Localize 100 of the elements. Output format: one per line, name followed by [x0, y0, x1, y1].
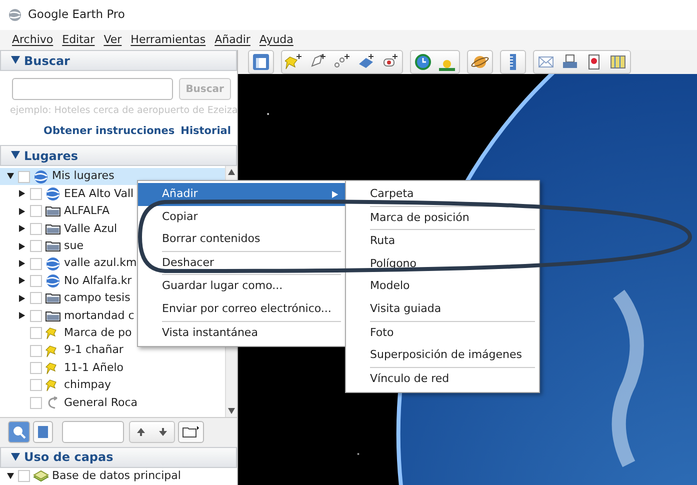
layer-item-label: Base de datos principal — [52, 468, 181, 484]
earth-logo-icon — [8, 8, 22, 22]
menu-item[interactable]: Superposición de imágenes — [366, 344, 539, 367]
sidebar-icon[interactable] — [252, 53, 270, 71]
print-icon[interactable] — [561, 53, 579, 71]
checkbox[interactable] — [18, 470, 30, 482]
map-icon[interactable] — [609, 53, 627, 71]
checkbox[interactable] — [30, 396, 42, 409]
menu-item[interactable]: Editar — [62, 32, 95, 48]
expander-icon[interactable] — [7, 173, 14, 180]
menu-item[interactable]: Guardar lugar como... — [158, 275, 345, 298]
globe-icon — [45, 256, 61, 271]
globe-icon — [33, 170, 49, 184]
expander-icon[interactable] — [19, 208, 26, 215]
menu-item[interactable]: Modelo — [366, 275, 539, 298]
layers-icon — [33, 469, 49, 484]
panel-title: Buscar — [24, 52, 70, 70]
menu-item[interactable]: Archivo — [12, 32, 54, 48]
tree-item-label: No Alfalfa.kr — [64, 272, 132, 289]
folder-icon — [45, 204, 61, 218]
checkbox[interactable] — [30, 344, 42, 357]
tree-item[interactable]: 11-1 Añelo — [0, 359, 225, 377]
checkbox[interactable] — [30, 222, 42, 235]
tree-item-label: Marca de po — [64, 324, 132, 341]
planet-icon[interactable] — [471, 53, 489, 71]
menu-item[interactable]: Enviar por correo electrónico... — [158, 298, 345, 321]
checkbox[interactable] — [30, 258, 42, 270]
globe-icon — [45, 274, 61, 288]
panel-title: Lugares — [24, 148, 78, 164]
scroll-down-icon[interactable] — [228, 408, 235, 414]
menu-item[interactable]: Herramientas — [130, 32, 206, 48]
checkbox[interactable] — [30, 310, 42, 322]
layer-item[interactable]: Base de datos principal — [0, 468, 237, 485]
menu-item[interactable]: Carpeta — [366, 183, 539, 206]
expander-icon[interactable] — [7, 472, 14, 480]
panel-header[interactable]: Uso de capas — [0, 446, 237, 468]
menu-item[interactable]: Visita guiada — [366, 298, 539, 321]
checkbox[interactable] — [30, 205, 42, 218]
checkbox[interactable] — [30, 327, 42, 340]
expander-icon[interactable] — [19, 277, 26, 284]
scroll-up-icon[interactable] — [228, 169, 235, 175]
checkbox[interactable] — [30, 292, 42, 304]
panel-icon — [37, 425, 49, 440]
menu-item[interactable]: Marca de posición — [366, 206, 539, 230]
tree-item-label: Mis lugares — [52, 168, 114, 184]
folder-icon — [45, 291, 61, 306]
link[interactable]: Obtener instrucciones — [44, 124, 175, 140]
menu-item[interactable]: Ruta — [366, 230, 539, 253]
expander-icon[interactable] — [19, 242, 26, 250]
panel-header[interactable]: Lugares — [0, 145, 237, 166]
tree-item[interactable]: chimpay — [0, 376, 225, 394]
folder-icon — [45, 239, 61, 254]
sidebar-toggle-button[interactable] — [33, 421, 53, 444]
menu-item[interactable]: Polígono — [366, 252, 539, 276]
checkbox[interactable] — [30, 188, 42, 200]
filter-field[interactable] — [62, 421, 124, 444]
menu-item[interactable]: Añadir — [214, 32, 250, 48]
tree-item-label: Valle Azul — [64, 220, 118, 237]
search-field[interactable] — [12, 78, 173, 100]
checkbox[interactable] — [30, 379, 42, 392]
tree-item-label: valle azul.km — [64, 255, 137, 272]
tree-item-label: campo tesis — [64, 290, 130, 306]
checkbox[interactable] — [30, 275, 42, 288]
tree-item[interactable]: 9-1 chañar — [0, 342, 225, 360]
link[interactable]: Historial — [180, 124, 231, 140]
expander-icon[interactable] — [19, 312, 26, 320]
tree-item-label: EEA Alto Vall — [64, 186, 134, 202]
checkbox[interactable] — [18, 170, 30, 183]
menu-item[interactable]: Copiar — [158, 206, 345, 228]
tree-item-label: ALFALFA — [64, 203, 110, 220]
search-hint: ejemplo: Hoteles cerca de aeropuerto de Ezeiza — [9, 104, 237, 118]
folder-icon — [45, 308, 61, 323]
search-toggle-button[interactable] — [8, 421, 30, 444]
expander-icon[interactable] — [19, 260, 26, 267]
expander-icon[interactable] — [19, 190, 26, 198]
expander-icon[interactable] — [19, 225, 26, 232]
menu-item[interactable]: Vínculo de red — [366, 368, 539, 390]
panel-header[interactable]: Buscar — [0, 50, 237, 71]
folder-button[interactable] — [178, 421, 204, 444]
tree-item-label: mortandad c — [64, 308, 134, 324]
panel-title: Uso de capas — [24, 449, 114, 466]
add-pushpin-icon[interactable] — [285, 53, 303, 71]
clock-icon[interactable] — [414, 53, 432, 71]
tree-item-label: chimpay — [64, 377, 112, 394]
tree-item-label: sue — [64, 238, 84, 254]
folder-icon — [45, 222, 61, 236]
checkbox[interactable] — [30, 362, 42, 374]
menu-item[interactable]: Ver — [104, 32, 122, 48]
tree-item-label: 11-1 Añelo — [64, 360, 124, 376]
menu-item[interactable]: Borrar contenidos — [158, 228, 345, 251]
checkbox[interactable] — [30, 240, 42, 252]
tree-item[interactable]: General Roca — [0, 394, 225, 412]
tree-item-label: General Roca — [64, 394, 138, 411]
menu-item[interactable]: Foto — [366, 322, 539, 344]
menu-item[interactable]: Deshacer — [158, 252, 345, 274]
expander-icon[interactable] — [19, 294, 26, 302]
menu-item[interactable]: Ayuda — [259, 32, 294, 48]
globe-icon — [45, 187, 61, 202]
add-overlay-icon[interactable] — [357, 53, 375, 71]
menu-item[interactable]: Vista instantánea — [158, 322, 345, 344]
